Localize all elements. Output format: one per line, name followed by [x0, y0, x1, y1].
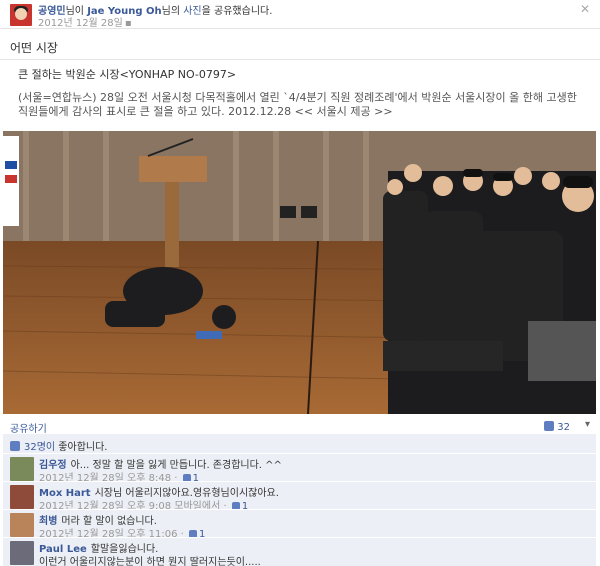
photo-link[interactable]: 사진	[183, 6, 201, 17]
comment-like-count[interactable]: 1	[199, 529, 205, 540]
comment-divider	[3, 509, 596, 510]
like-count-value: 32	[557, 422, 570, 433]
comment-time[interactable]: 2012년 12월 28일 오후 11:06	[39, 529, 177, 540]
post-timestamp: 2012년 12월 28일 ▪	[38, 14, 134, 29]
options-icon[interactable]: ▾	[585, 419, 590, 430]
likes-summary-count[interactable]: 32명이	[24, 442, 55, 453]
thumbs-up-icon	[544, 421, 555, 431]
comment-divider	[3, 481, 596, 482]
like-counter[interactable]: 32	[544, 421, 570, 433]
likes-summary: 32명이 좋아합니다.	[10, 438, 107, 453]
post-header: 공영민님이 Jae Young Oh님의 사진을 공유했습니다. 2012년 1…	[0, 0, 600, 29]
avatar-face	[15, 8, 27, 20]
comment-item: Paul Lee 할말을잃습니다. 이런거 어울리지않는분이 하면 뭔지 딸러지는…	[3, 537, 596, 566]
close-icon[interactable]: ✕	[580, 2, 590, 16]
byline-text-2: 님의	[161, 6, 184, 17]
share-button[interactable]: 공유하기	[10, 420, 47, 435]
thumbs-up-icon	[10, 441, 20, 451]
avatar[interactable]	[10, 513, 34, 537]
comment-item: 김우정 아... 정말 할 말을 잃게 만듭니다. 존경합니다. ^^ 2012년…	[3, 453, 596, 484]
post-message: 어떤 시장	[10, 41, 58, 55]
shared-photo-description: (서울=연합뉴스) 28일 오전 서울시청 다목적홀에서 열린 `4/4분기 직…	[18, 91, 577, 118]
comment-like-count[interactable]: 1	[242, 501, 248, 512]
avatar[interactable]	[10, 541, 34, 565]
comment-time[interactable]: 2012년 12월 28일 오후 9:08	[39, 501, 171, 512]
comment-item: Mox Hart 시장님 어울리지않아요.영유형님이시잖아요. 2012년 12월…	[3, 481, 596, 512]
comment-item: 최병 머라 할 말이 없습니다. 2012년 12월 28일 오후 11:06 ·…	[3, 509, 596, 540]
shared-photo[interactable]	[3, 131, 596, 414]
comment-time[interactable]: 2012년 12월 28일 오후 8:48	[39, 473, 171, 484]
comment-like-count[interactable]: 1	[193, 473, 199, 484]
comment-divider	[3, 537, 596, 538]
avatar[interactable]	[10, 485, 34, 509]
comment-via: 모바일에서	[174, 501, 221, 512]
comment-divider	[3, 453, 596, 454]
byline-tail: 을 공유했습니다.	[201, 6, 273, 17]
divider	[0, 28, 600, 29]
likes-summary-text: 좋아합니다.	[55, 442, 108, 453]
photo-illustration	[3, 131, 596, 414]
shared-photo-title: 큰 절하는 박원순 시장<YONHAP NO-0797>	[18, 68, 237, 81]
comment-text-line2: 이런거 어울리지않는분이 하면 뭔지 딸러지는듯이.....	[39, 557, 261, 566]
avatar[interactable]	[10, 4, 32, 26]
divider	[0, 59, 600, 60]
avatar[interactable]	[10, 457, 34, 481]
